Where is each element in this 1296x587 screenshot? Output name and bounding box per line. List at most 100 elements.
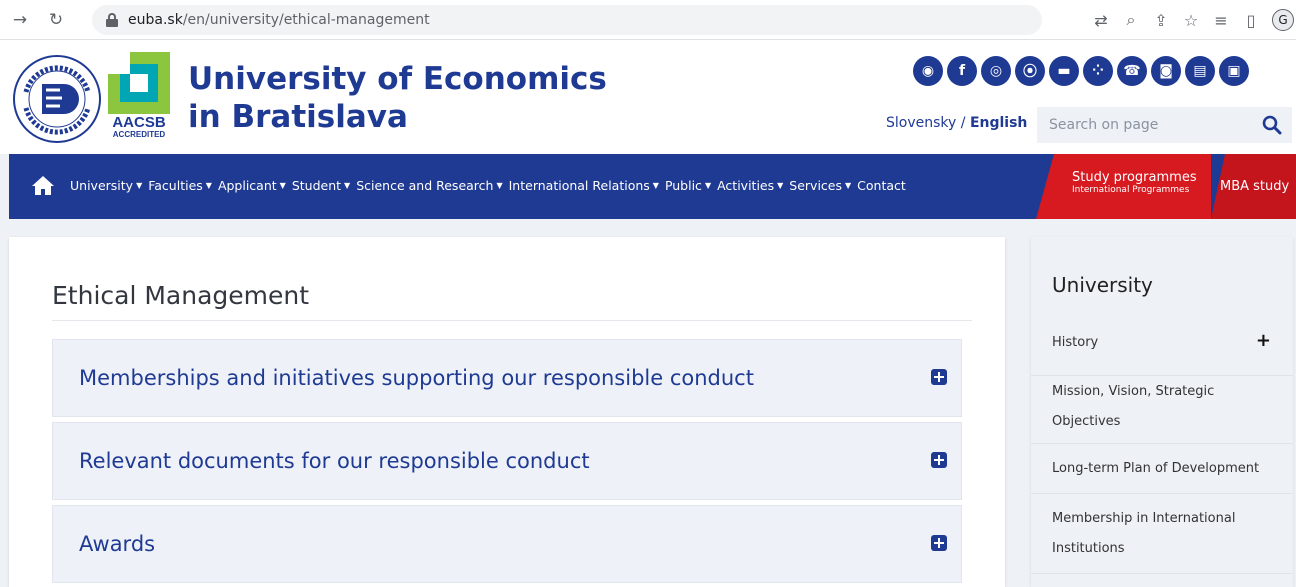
browser-actions: ⇄ ⌕ ⇪ ☆ ≡ ▯ G [1086, 0, 1296, 40]
bookmark-star-icon[interactable]: ☆ [1176, 11, 1206, 30]
sidebar-item-label: Mission, Vision, Strategic [1052, 384, 1215, 399]
accordion-awards[interactable]: Awards [52, 505, 962, 583]
sidebar-item-label-line2: Objectives [1052, 414, 1121, 429]
caret-down-icon: ▼ [777, 181, 784, 190]
mba-study-button[interactable]: MBA study [1211, 154, 1296, 219]
nav-item-label: Student [291, 178, 342, 193]
camera-icon[interactable]: ◙ [1151, 56, 1181, 86]
sidebar-title: University [1052, 273, 1153, 297]
nav-item-public[interactable]: Public ▼ [665, 178, 711, 193]
browser-toolbar: → ↻ euba.sk/en/university/ethical-manage… [0, 0, 1296, 40]
sidebar-item-membership-international[interactable]: Membership in International Institutions [1031, 494, 1293, 574]
nav-item-label: Science and Research [356, 178, 494, 193]
nav-item-label: Faculties [148, 178, 203, 193]
title-divider [52, 320, 972, 321]
sidebar-item-label: Membership in International [1052, 511, 1236, 526]
caret-down-icon: ▼ [344, 181, 351, 190]
sidebar-item-mission-vision[interactable]: Mission, Vision, Strategic Objectives [1031, 376, 1293, 444]
sidebar: University History + Mission, Vision, St… [1031, 237, 1293, 587]
sidebar-item-label: History [1052, 335, 1099, 350]
search-input[interactable] [1049, 117, 1249, 133]
university-name[interactable]: University of Economics in Bratislava [188, 60, 607, 136]
sidebar-item-history[interactable]: History + [1031, 326, 1293, 376]
nav-item-label: University [70, 178, 134, 193]
page-title: Ethical Management [52, 281, 310, 310]
caret-down-icon: ▼ [704, 181, 712, 190]
nav-item-services[interactable]: Services ▼ [789, 178, 851, 193]
nav-menu: University ▼ Faculties ▼ Applicant ▼ Studen… [70, 178, 912, 193]
side-panel-icon[interactable]: ▯ [1236, 11, 1266, 30]
sidebar-item-long-term-plan[interactable]: Long-term Plan of Development [1031, 444, 1293, 494]
aacsb-label: AACSB [112, 114, 166, 131]
nav-item-faculties[interactable]: Faculties ▼ [148, 178, 212, 193]
main-navigation: University ▼ Faculties ▼ Applicant ▼ Studen… [9, 154, 1296, 219]
forward-button[interactable]: → [6, 6, 34, 34]
library-icon[interactable]: ▤ [1185, 56, 1215, 86]
nav-item-student[interactable]: Student ▼ [292, 178, 350, 193]
lang-separator: / [956, 115, 970, 131]
accordion-relevant-documents[interactable]: Relevant documents for our responsible c… [52, 422, 962, 500]
nav-item-label: Activities [717, 178, 775, 193]
phone-icon[interactable]: ☎ [1117, 56, 1147, 86]
caret-down-icon: ▼ [496, 181, 503, 190]
search-icon[interactable] [1262, 115, 1282, 135]
language-switcher: Slovensky / English [886, 115, 1027, 131]
caret-down-icon: ▼ [652, 181, 659, 190]
university-seal-icon[interactable] [12, 54, 102, 144]
caret-down-icon: ▼ [205, 181, 212, 190]
site-header: AACSB ACCREDITED University of Economics… [0, 40, 1296, 154]
instagram-icon[interactable]: ◎ [981, 56, 1011, 86]
restaurant-icon[interactable]: ⦿ [1015, 56, 1045, 86]
aacsb-sublabel: ACCREDITED [112, 130, 166, 139]
university-name-line1: University of Economics [188, 61, 607, 97]
main-content: Ethical Management Memberships and initi… [9, 237, 1005, 587]
nav-item-label: Applicant [217, 178, 277, 193]
nav-item-applicant[interactable]: Applicant ▼ [218, 178, 286, 193]
accordion-memberships[interactable]: Memberships and initiatives supporting o… [52, 339, 962, 417]
study-programmes-title: Study programmes [1072, 170, 1197, 185]
nav-item-activities[interactable]: Activities ▼ [717, 178, 783, 193]
profile-avatar[interactable]: G [1272, 9, 1294, 31]
nav-item-label: International Relations [508, 178, 650, 193]
nav-item-science-research[interactable]: Science and Research ▼ [356, 178, 502, 193]
translate-icon[interactable]: ⇄ [1086, 11, 1116, 30]
url-host: euba.sk [128, 12, 183, 28]
reload-button[interactable]: ↻ [42, 6, 70, 34]
accordion-label: Memberships and initiatives supporting o… [79, 366, 754, 390]
sidebar-item-label: Long-term Plan of Development [1052, 461, 1260, 476]
expand-plus-icon[interactable] [931, 535, 947, 551]
expand-plus-icon[interactable] [931, 369, 947, 385]
address-bar[interactable]: euba.sk/en/university/ethical-management [92, 5, 1042, 35]
nav-item-university[interactable]: University ▼ [70, 178, 142, 193]
lang-english-link[interactable]: English [970, 115, 1027, 131]
lang-slovak-link[interactable]: Slovensky [886, 115, 956, 131]
home-icon[interactable] [31, 174, 55, 196]
facebook-icon[interactable]: f [947, 56, 977, 86]
social-icons: ◉ f ◎ ⦿ ▬ ⁘ ☎ ◙ ▤ ▣ [913, 56, 1249, 86]
search-box [1037, 107, 1292, 143]
share-icon[interactable]: ⇪ [1146, 11, 1176, 30]
reading-list-icon[interactable]: ≡ [1206, 11, 1236, 30]
caret-down-icon: ▼ [136, 181, 143, 190]
url-path: /en/university/ethical-management [182, 12, 430, 28]
accommodation-icon[interactable]: ▬ [1049, 56, 1079, 86]
study-programmes-button[interactable]: Study programmes International Programme… [1036, 154, 1211, 219]
elearning-icon[interactable]: ▣ [1219, 56, 1249, 86]
accordion-label: Awards [79, 532, 156, 556]
sidebar-item-label-line2: Institutions [1052, 541, 1125, 556]
expand-plus-icon[interactable]: + [1256, 332, 1271, 350]
accordion-label: Relevant documents for our responsible c… [79, 449, 590, 473]
nav-item-contact[interactable]: Contact [857, 178, 906, 193]
university-name-line2: in Bratislava [188, 99, 408, 135]
rss-icon[interactable]: ◉ [913, 56, 943, 86]
zoom-icon[interactable]: ⌕ [1116, 10, 1146, 30]
caret-down-icon: ▼ [845, 181, 852, 190]
lock-icon [106, 13, 118, 27]
caret-down-icon: ▼ [279, 181, 286, 190]
nav-item-label: Contact [857, 178, 906, 193]
study-programmes-subtitle: International Programmes [1072, 185, 1190, 195]
nav-item-international-relations[interactable]: International Relations ▼ [509, 178, 659, 193]
nav-item-label: Services [789, 178, 842, 193]
network-icon[interactable]: ⁘ [1083, 56, 1113, 86]
expand-plus-icon[interactable] [931, 452, 947, 468]
